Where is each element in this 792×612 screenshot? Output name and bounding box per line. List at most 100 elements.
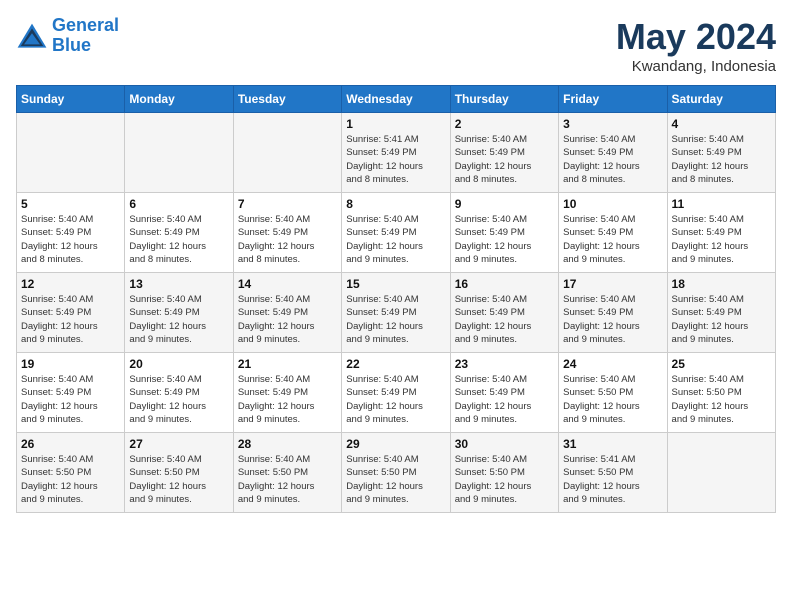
header-cell-saturday: Saturday bbox=[667, 86, 775, 113]
calendar-cell: 13 Sunrise: 5:40 AM Sunset: 5:49 PM Dayli… bbox=[125, 273, 233, 353]
day-info: Sunrise: 5:40 AM Sunset: 5:49 PM Dayligh… bbox=[563, 213, 662, 266]
day-info: Sunrise: 5:40 AM Sunset: 5:49 PM Dayligh… bbox=[238, 213, 337, 266]
calendar-cell: 24 Sunrise: 5:40 AM Sunset: 5:50 PM Dayli… bbox=[559, 353, 667, 433]
calendar-cell: 2Sunrise: 5:40 AM Sunset: 5:49 PM Daylig… bbox=[450, 113, 558, 193]
day-info: Sunrise: 5:40 AM Sunset: 5:49 PM Dayligh… bbox=[672, 213, 771, 266]
day-info: Sunrise: 5:41 AM Sunset: 5:50 PM Dayligh… bbox=[563, 453, 662, 506]
calendar-cell: 16Sunrise: 5:40 AM Sunset: 5:49 PM Dayli… bbox=[450, 273, 558, 353]
calendar-cell: 3 Sunrise: 5:40 AM Sunset: 5:49 PM Daylig… bbox=[559, 113, 667, 193]
day-info: Sunrise: 5:40 AM Sunset: 5:50 PM Dayligh… bbox=[21, 453, 120, 506]
day-info: Sunrise: 5:40 AM Sunset: 5:49 PM Dayligh… bbox=[238, 373, 337, 426]
page-header: General Blue May 2024 Kwandang, Indonesi… bbox=[16, 16, 776, 75]
day-info: Sunrise: 5:40 AM Sunset: 5:49 PM Dayligh… bbox=[129, 293, 228, 346]
calendar-cell: 15 Sunrise: 5:40 AM Sunset: 5:49 PM Dayli… bbox=[342, 273, 450, 353]
calendar-cell: 25 Sunrise: 5:40 AM Sunset: 5:50 PM Dayli… bbox=[667, 353, 775, 433]
logo-icon bbox=[16, 22, 48, 50]
logo-line2: Blue bbox=[52, 35, 91, 55]
day-number: 14 bbox=[238, 277, 337, 291]
header-cell-friday: Friday bbox=[559, 86, 667, 113]
calendar-cell: 7 Sunrise: 5:40 AM Sunset: 5:49 PM Daylig… bbox=[233, 193, 341, 273]
day-number: 15 bbox=[346, 277, 445, 291]
day-number: 23 bbox=[455, 357, 554, 371]
day-number: 24 bbox=[563, 357, 662, 371]
day-info: Sunrise: 5:40 AM Sunset: 5:50 PM Dayligh… bbox=[563, 373, 662, 426]
calendar-cell: 21 Sunrise: 5:40 AM Sunset: 5:49 PM Dayli… bbox=[233, 353, 341, 433]
week-row-5: 26 Sunrise: 5:40 AM Sunset: 5:50 PM Dayli… bbox=[17, 433, 776, 513]
day-number: 19 bbox=[21, 357, 120, 371]
calendar-cell: 11 Sunrise: 5:40 AM Sunset: 5:49 PM Dayli… bbox=[667, 193, 775, 273]
day-number: 13 bbox=[129, 277, 228, 291]
day-info: Sunrise: 5:40 AM Sunset: 5:49 PM Dayligh… bbox=[563, 293, 662, 346]
day-info: Sunrise: 5:40 AM Sunset: 5:50 PM Dayligh… bbox=[238, 453, 337, 506]
calendar-cell: 27Sunrise: 5:40 AM Sunset: 5:50 PM Dayli… bbox=[125, 433, 233, 513]
month-title: May 2024 bbox=[616, 16, 776, 58]
calendar-cell: 10 Sunrise: 5:40 AM Sunset: 5:49 PM Dayli… bbox=[559, 193, 667, 273]
calendar-cell: 30 Sunrise: 5:40 AM Sunset: 5:50 PM Dayli… bbox=[450, 433, 558, 513]
day-number: 28 bbox=[238, 437, 337, 451]
day-info: Sunrise: 5:40 AM Sunset: 5:49 PM Dayligh… bbox=[129, 213, 228, 266]
day-number: 3 bbox=[563, 117, 662, 131]
day-number: 27 bbox=[129, 437, 228, 451]
day-info: Sunrise: 5:40 AM Sunset: 5:50 PM Dayligh… bbox=[455, 453, 554, 506]
day-info: Sunrise: 5:40 AM Sunset: 5:49 PM Dayligh… bbox=[672, 133, 771, 186]
day-number: 17 bbox=[563, 277, 662, 291]
week-row-1: 1 Sunrise: 5:41 AM Sunset: 5:49 PM Daylig… bbox=[17, 113, 776, 193]
header-cell-thursday: Thursday bbox=[450, 86, 558, 113]
day-number: 21 bbox=[238, 357, 337, 371]
day-number: 6 bbox=[129, 197, 228, 211]
day-info: Sunrise: 5:40 AM Sunset: 5:49 PM Dayligh… bbox=[346, 293, 445, 346]
week-row-2: 5 Sunrise: 5:40 AM Sunset: 5:49 PM Daylig… bbox=[17, 193, 776, 273]
day-number: 29 bbox=[346, 437, 445, 451]
day-info: Sunrise: 5:40 AM Sunset: 5:49 PM Dayligh… bbox=[129, 373, 228, 426]
calendar-cell: 23Sunrise: 5:40 AM Sunset: 5:49 PM Dayli… bbox=[450, 353, 558, 433]
day-info: Sunrise: 5:40 AM Sunset: 5:49 PM Dayligh… bbox=[346, 213, 445, 266]
calendar-cell bbox=[233, 113, 341, 193]
day-number: 10 bbox=[563, 197, 662, 211]
day-info: Sunrise: 5:40 AM Sunset: 5:49 PM Dayligh… bbox=[455, 213, 554, 266]
day-number: 1 bbox=[346, 117, 445, 131]
calendar-cell: 12 Sunrise: 5:40 AM Sunset: 5:49 PM Dayli… bbox=[17, 273, 125, 353]
day-number: 11 bbox=[672, 197, 771, 211]
calendar-cell: 18Sunrise: 5:40 AM Sunset: 5:49 PM Dayli… bbox=[667, 273, 775, 353]
header-cell-monday: Monday bbox=[125, 86, 233, 113]
day-info: Sunrise: 5:40 AM Sunset: 5:49 PM Dayligh… bbox=[563, 133, 662, 186]
day-number: 4 bbox=[672, 117, 771, 131]
day-number: 2 bbox=[455, 117, 554, 131]
day-number: 5 bbox=[21, 197, 120, 211]
calendar-cell bbox=[125, 113, 233, 193]
calendar-cell: 17 Sunrise: 5:40 AM Sunset: 5:49 PM Dayli… bbox=[559, 273, 667, 353]
day-number: 22 bbox=[346, 357, 445, 371]
day-number: 9 bbox=[455, 197, 554, 211]
day-info: Sunrise: 5:40 AM Sunset: 5:49 PM Dayligh… bbox=[238, 293, 337, 346]
day-number: 7 bbox=[238, 197, 337, 211]
day-info: Sunrise: 5:40 AM Sunset: 5:49 PM Dayligh… bbox=[672, 293, 771, 346]
day-info: Sunrise: 5:41 AM Sunset: 5:49 PM Dayligh… bbox=[346, 133, 445, 186]
day-info: Sunrise: 5:40 AM Sunset: 5:49 PM Dayligh… bbox=[21, 293, 120, 346]
calendar-cell: 28 Sunrise: 5:40 AM Sunset: 5:50 PM Dayli… bbox=[233, 433, 341, 513]
day-number: 26 bbox=[21, 437, 120, 451]
day-info: Sunrise: 5:40 AM Sunset: 5:50 PM Dayligh… bbox=[672, 373, 771, 426]
logo-line1: General bbox=[52, 15, 119, 35]
calendar-cell: 5Sunrise: 5:40 AM Sunset: 5:49 PM Daylig… bbox=[17, 193, 125, 273]
day-number: 12 bbox=[21, 277, 120, 291]
day-number: 30 bbox=[455, 437, 554, 451]
calendar-cell bbox=[667, 433, 775, 513]
calendar-cell: 29 Sunrise: 5:40 AM Sunset: 5:50 PM Dayli… bbox=[342, 433, 450, 513]
calendar-cell: 22 Sunrise: 5:40 AM Sunset: 5:49 PM Dayli… bbox=[342, 353, 450, 433]
calendar-table: SundayMondayTuesdayWednesdayThursdayFrid… bbox=[16, 85, 776, 513]
header-row: SundayMondayTuesdayWednesdayThursdayFrid… bbox=[17, 86, 776, 113]
day-info: Sunrise: 5:40 AM Sunset: 5:49 PM Dayligh… bbox=[346, 373, 445, 426]
calendar-cell: 19 Sunrise: 5:40 AM Sunset: 5:49 PM Dayli… bbox=[17, 353, 125, 433]
calendar-cell: 20Sunrise: 5:40 AM Sunset: 5:49 PM Dayli… bbox=[125, 353, 233, 433]
week-row-4: 19 Sunrise: 5:40 AM Sunset: 5:49 PM Dayli… bbox=[17, 353, 776, 433]
location-title: Kwandang, Indonesia bbox=[616, 58, 776, 75]
week-row-3: 12 Sunrise: 5:40 AM Sunset: 5:49 PM Dayli… bbox=[17, 273, 776, 353]
calendar-cell: 8Sunrise: 5:40 AM Sunset: 5:49 PM Daylig… bbox=[342, 193, 450, 273]
day-number: 25 bbox=[672, 357, 771, 371]
header-cell-wednesday: Wednesday bbox=[342, 86, 450, 113]
day-info: Sunrise: 5:40 AM Sunset: 5:50 PM Dayligh… bbox=[346, 453, 445, 506]
calendar-cell: 1 Sunrise: 5:41 AM Sunset: 5:49 PM Daylig… bbox=[342, 113, 450, 193]
header-cell-tuesday: Tuesday bbox=[233, 86, 341, 113]
day-info: Sunrise: 5:40 AM Sunset: 5:49 PM Dayligh… bbox=[21, 373, 120, 426]
day-info: Sunrise: 5:40 AM Sunset: 5:49 PM Dayligh… bbox=[455, 293, 554, 346]
